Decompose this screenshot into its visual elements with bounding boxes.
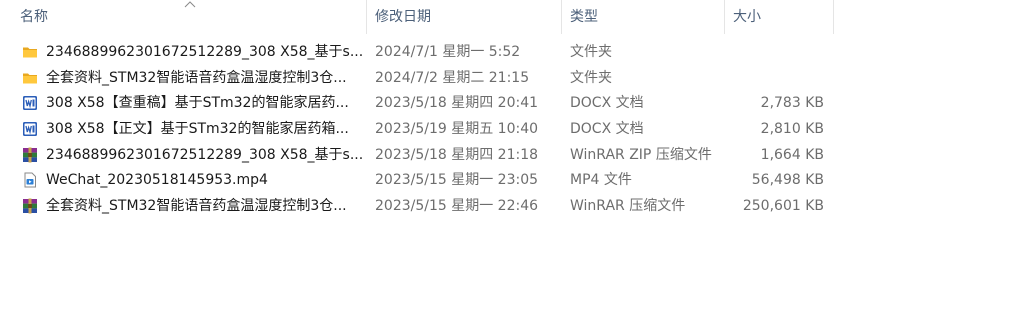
column-header-size[interactable]: 大小 [727, 0, 833, 34]
word-doc-icon [22, 121, 38, 137]
file-modified-date: 2023/5/18 星期四 21:18 [375, 146, 539, 163]
file-size: 1,664 KB [760, 146, 824, 163]
file-type: 文件夹 [570, 69, 612, 86]
file-row[interactable]: 全套资料_STM32智能语音药盒温湿度控制3仓... 2024/7/2 星期二 2… [0, 66, 1024, 92]
file-list: 2346889962301672512289_308 X58_基于s... 202… [0, 40, 1024, 220]
folder-icon [22, 44, 38, 60]
file-type: MP4 文件 [570, 172, 632, 189]
winrar-archive-icon [22, 147, 38, 163]
file-type: WinRAR ZIP 压缩文件 [570, 146, 712, 163]
file-row[interactable]: 2346889962301672512289_308 X58_基于s... 202… [0, 143, 1024, 169]
folder-icon [22, 70, 38, 86]
file-name: 308 X58【查重稿】基于STm32的智能家居药... [46, 95, 349, 112]
file-name: 2346889962301672512289_308 X58_基于s... [46, 44, 364, 60]
file-row[interactable]: 2346889962301672512289_308 X58_基于s... 202… [0, 40, 1024, 66]
file-size [700, 66, 824, 92]
file-modified-date: 2023/5/19 星期五 10:40 [375, 121, 539, 138]
column-divider[interactable] [366, 0, 367, 34]
file-modified-date: 2023/5/18 星期四 20:41 [375, 95, 539, 112]
column-header-date[interactable]: 修改日期 [369, 0, 561, 34]
file-name: 308 X58【正文】基于STm32的智能家居药箱... [46, 121, 349, 138]
file-type: DOCX 文档 [570, 121, 644, 138]
file-name: 全套资料_STM32智能语音药盒温湿度控制3仓... [46, 198, 347, 215]
file-type: 文件夹 [570, 44, 612, 60]
file-row[interactable]: WeChat_20230518145953.mp4 2023/5/15 星期一 2… [0, 168, 1024, 194]
column-header-type[interactable]: 类型 [564, 0, 724, 34]
file-size: 2,810 KB [760, 121, 824, 138]
file-name: 全套资料_STM32智能语音药盒温湿度控制3仓... [46, 69, 347, 86]
file-size: 56,498 KB [751, 172, 824, 189]
column-divider[interactable] [833, 0, 834, 34]
file-size: 250,601 KB [742, 198, 824, 215]
column-header-bar: 名称 修改日期 类型 大小 [0, 0, 1024, 34]
file-size: 2,783 KB [760, 95, 824, 112]
file-size [700, 40, 824, 66]
winrar-archive-icon [22, 198, 38, 214]
file-row[interactable]: 308 X58【正文】基于STm32的智能家居药箱... 2023/5/19 星期… [0, 117, 1024, 143]
file-modified-date: 2023/5/15 星期一 22:46 [375, 198, 539, 215]
word-doc-icon [22, 95, 38, 111]
file-modified-date: 2024/7/2 星期二 21:15 [375, 69, 530, 86]
file-row[interactable]: 全套资料_STM32智能语音药盒温湿度控制3仓... 2023/5/15 星期一 … [0, 194, 1024, 220]
file-type: DOCX 文档 [570, 95, 644, 112]
column-divider[interactable] [724, 0, 725, 34]
file-modified-date: 2024/7/1 星期一 5:52 [375, 44, 521, 60]
column-header-name[interactable]: 名称 [14, 0, 366, 34]
column-divider[interactable] [561, 0, 562, 34]
file-row[interactable]: 308 X58【查重稿】基于STm32的智能家居药... 2023/5/18 星期… [0, 91, 1024, 117]
file-name: WeChat_20230518145953.mp4 [46, 172, 268, 189]
video-file-icon [22, 172, 38, 188]
file-modified-date: 2023/5/15 星期一 23:05 [375, 172, 539, 189]
file-type: WinRAR 压缩文件 [570, 198, 686, 215]
file-name: 2346889962301672512289_308 X58_基于s... [46, 146, 364, 163]
